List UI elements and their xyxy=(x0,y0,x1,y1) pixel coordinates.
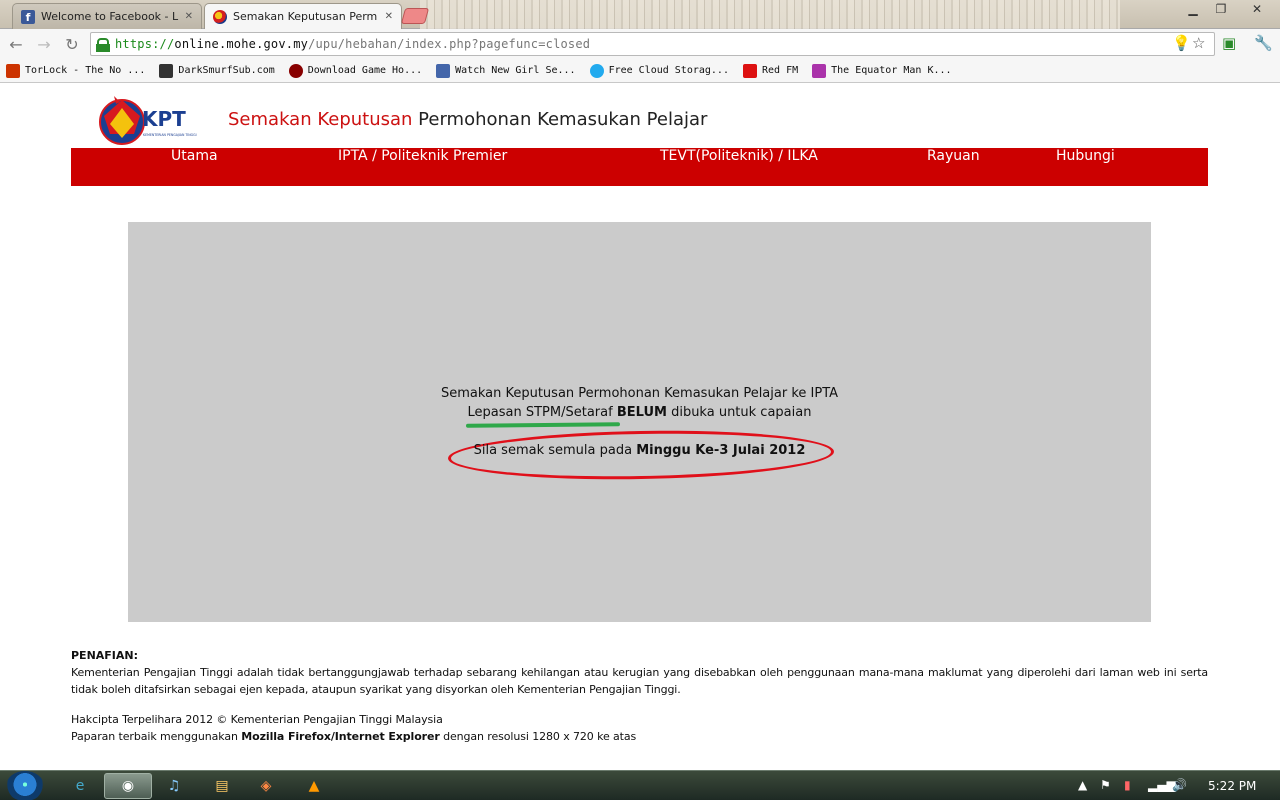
media-app-icon[interactable]: ◈ xyxy=(242,773,290,799)
red-fm-icon xyxy=(742,63,757,78)
notice-line-2-rest: dibuka untuk capaian xyxy=(671,405,812,420)
facebook-icon: f xyxy=(21,9,35,24)
tab-label: Welcome to Facebook - L xyxy=(41,10,179,23)
nav-item-tevt[interactable]: TEVT(Politeknik) / ILKA xyxy=(660,148,818,186)
tab-semakan[interactable]: Semakan Keputusan Perm ✕ xyxy=(204,3,402,29)
browser-toolbar: ← → ↻ https://online.mohe.gov.my/upu/heb… xyxy=(0,29,1280,59)
notice-date-bold: Minggu Ke-3 Julai 2012 xyxy=(636,443,806,458)
kpt-favicon-icon xyxy=(213,9,227,24)
notice-line-3-prefix: Sila semak semula pada xyxy=(473,443,633,458)
notice-status-bold: BELUM xyxy=(616,405,667,420)
best-view-prefix: Paparan terbaik menggunakan xyxy=(71,730,238,743)
internet-explorer-icon[interactable]: e xyxy=(56,773,104,799)
browser-tab-strip: f Welcome to Facebook - L ✕ Semakan Kepu… xyxy=(0,0,1280,29)
volume-icon[interactable]: 🔊 xyxy=(1172,778,1187,792)
bookmark-label: TorLock - The No ... xyxy=(25,65,146,76)
bookmark-item[interactable]: DarkSmurfSub.com xyxy=(159,63,275,78)
bookmark-item[interactable]: Free Cloud Storag... xyxy=(589,63,729,78)
bookmark-label: Watch New Girl Se... xyxy=(455,65,576,76)
copyright-text: Hakcipta Terpelihara 2012 © Kementerian … xyxy=(71,713,443,726)
torlock-icon xyxy=(6,63,20,78)
disclaimer: PENAFIAN: Kementerian Pengajian Tinggi a… xyxy=(71,649,1208,698)
best-view-browsers: Mozilla Firefox/Internet Explorer xyxy=(241,730,440,743)
address-bar[interactable]: https://online.mohe.gov.my/upu/hebahan/i… xyxy=(90,32,1215,56)
extension-icon[interactable]: ▣ xyxy=(1222,34,1236,52)
main-navigation: Utama IPTA / Politeknik Premier TEVT(Pol… xyxy=(71,148,1208,186)
wrench-menu-icon[interactable]: 🔧 xyxy=(1254,34,1273,52)
windows-taskbar: e ◉ ♫ ▤ ◈ ▲ ▲ ⚑ ▮ ▂▄▆ 🔊 5:22 PM xyxy=(0,770,1280,800)
bookmark-label: Red FM xyxy=(761,65,799,76)
notice-line-1: Semakan Keputusan Permohonan Kemasukan P… xyxy=(440,386,839,401)
tab-facebook[interactable]: f Welcome to Facebook - L ✕ xyxy=(12,3,202,29)
copyright-block: Hakcipta Terpelihara 2012 © Kementerian … xyxy=(71,711,636,745)
bookmark-item[interactable]: TorLock - The No ... xyxy=(6,63,146,78)
logo-subtext: KEMENTERIAN PENGAJIAN TINGGI xyxy=(143,133,197,137)
notice-underlined-label: Lepasan STPM/Setaraf xyxy=(467,405,613,420)
notice-underlined-text: Lepasan STPM/Setaraf xyxy=(465,405,620,428)
nav-item-ipta[interactable]: IPTA / Politeknik Premier xyxy=(338,148,507,186)
close-window-icon[interactable]: ✕ xyxy=(1240,0,1274,18)
best-view-text: Paparan terbaik menggunakan Mozilla Fire… xyxy=(71,728,636,745)
game-icon xyxy=(288,63,303,78)
kpt-logo[interactable]: KPT KEMENTERIAN PENGAJIAN TINGGI xyxy=(96,94,206,146)
windows-start-button[interactable] xyxy=(6,771,44,800)
equator-icon xyxy=(812,63,827,78)
web-page: KPT KEMENTERIAN PENGAJIAN TINGGI Semakan… xyxy=(0,84,1280,770)
bookmark-item[interactable]: Watch New Girl Se... xyxy=(436,63,576,78)
bookmark-item[interactable]: Download Game Ho... xyxy=(288,63,423,78)
best-view-suffix: dengan resolusi 1280 x 720 ke atas xyxy=(443,730,637,743)
cloud-icon xyxy=(589,63,604,78)
chrome-taskbar-icon[interactable]: ◉ xyxy=(104,773,152,799)
minimize-icon[interactable]: ▁ xyxy=(1180,0,1206,18)
nav-item-rayuan[interactable]: Rayuan xyxy=(927,148,980,186)
page-title-highlight: Semakan Keputusan xyxy=(228,109,413,130)
logo-text: KPT xyxy=(142,107,186,131)
reload-icon[interactable]: ↻ xyxy=(60,33,84,55)
new-tab-button[interactable] xyxy=(400,8,430,24)
bookmark-item[interactable]: Red FM xyxy=(742,63,799,78)
url-scheme: https:// xyxy=(115,37,175,51)
itunes-icon[interactable]: ♫ xyxy=(150,773,198,799)
star-bookmark-icon[interactable]: ☆ xyxy=(1192,34,1205,52)
bookmark-label: The Equator Man K... xyxy=(831,65,952,76)
notice-line-2: Lepasan STPM/Setaraf BELUM dibuka untuk … xyxy=(128,405,1151,428)
url-host: online.mohe.gov.my xyxy=(174,37,309,51)
back-arrow-icon[interactable]: ← xyxy=(4,33,28,55)
vlc-icon[interactable]: ▲ xyxy=(290,773,338,799)
page-title-rest: Permohonan Kemasukan Pelajar xyxy=(418,109,708,130)
taskbar-clock[interactable]: 5:22 PM xyxy=(1208,779,1256,793)
notice-panel: Semakan Keputusan Permohonan Kemasukan P… xyxy=(128,222,1151,622)
tab-label: Semakan Keputusan Perm xyxy=(233,10,378,23)
close-icon[interactable]: ✕ xyxy=(185,11,193,22)
bookmark-label: Free Cloud Storag... xyxy=(608,65,729,76)
forward-arrow-icon[interactable]: → xyxy=(32,33,56,55)
smurf-icon xyxy=(159,63,174,78)
window-background-decoration xyxy=(420,0,1120,29)
battery-icon[interactable]: ▮ xyxy=(1124,778,1131,792)
page-title: Semakan Keputusan Permohonan Kemasukan P… xyxy=(228,109,707,130)
lock-icon xyxy=(96,38,110,52)
folder-icon[interactable]: ▤ xyxy=(198,773,246,799)
nav-item-utama[interactable]: Utama xyxy=(171,148,218,186)
restore-icon[interactable]: ❐ xyxy=(1208,0,1234,18)
disclaimer-title: PENAFIAN: xyxy=(71,649,139,662)
bookmark-item[interactable]: The Equator Man K... xyxy=(812,63,952,78)
bookmark-label: DarkSmurfSub.com xyxy=(178,65,275,76)
bookmarks-bar: TorLock - The No ... DarkSmurfSub.com Do… xyxy=(0,59,1280,83)
green-underline-annotation xyxy=(465,422,620,428)
show-hidden-icons-arrow[interactable]: ▲ xyxy=(1078,778,1087,792)
tv-icon xyxy=(436,63,451,78)
url-path: /upu/hebahan/index.php?pagefunc=closed xyxy=(308,37,591,51)
lightbulb-icon[interactable]: 💡 xyxy=(1172,34,1191,52)
nav-item-hubungi[interactable]: Hubungi xyxy=(1056,148,1115,186)
disclaimer-body: Kementerian Pengajian Tinggi adalah tida… xyxy=(71,666,1208,696)
close-icon[interactable]: ✕ xyxy=(385,11,393,22)
notice-line-3: Sila semak semula pada Minggu Ke-3 Julai… xyxy=(128,443,1151,458)
bookmark-label: Download Game Ho... xyxy=(307,65,423,76)
action-center-flag-icon[interactable]: ⚑ xyxy=(1100,778,1111,792)
